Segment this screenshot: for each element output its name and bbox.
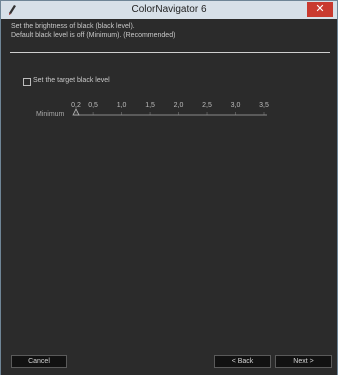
close-button[interactable]: ✕: [307, 2, 333, 17]
tick-label: 0,2: [71, 102, 81, 109]
slider-thumb: [72, 108, 80, 116]
cancel-button[interactable]: Cancel: [11, 355, 67, 368]
next-button[interactable]: Next >: [275, 355, 332, 368]
colornavigator-window: ColorNavigator 6 ✕ Set the brightness of…: [0, 0, 338, 375]
tick-label: 2,5: [202, 102, 212, 109]
title-bar[interactable]: ColorNavigator 6 ✕: [1, 1, 337, 19]
tick-label: 3,5: [259, 102, 269, 109]
wizard-content: Set the brightness of black (black level…: [1, 19, 337, 375]
black-level-slider[interactable]: 0,2 0,5 1,0 1,5 2,0 2,5 3,0 3,5: [1, 19, 337, 139]
tick-label: 2,0: [174, 102, 184, 109]
tick-label: 3,0: [231, 102, 241, 109]
window-title: ColorNavigator 6: [131, 4, 207, 15]
back-button[interactable]: < Back: [214, 355, 271, 368]
tick-label: 0,5: [88, 102, 98, 109]
tick-label: 1,5: [145, 102, 155, 109]
tick-label: 1,0: [117, 102, 127, 109]
